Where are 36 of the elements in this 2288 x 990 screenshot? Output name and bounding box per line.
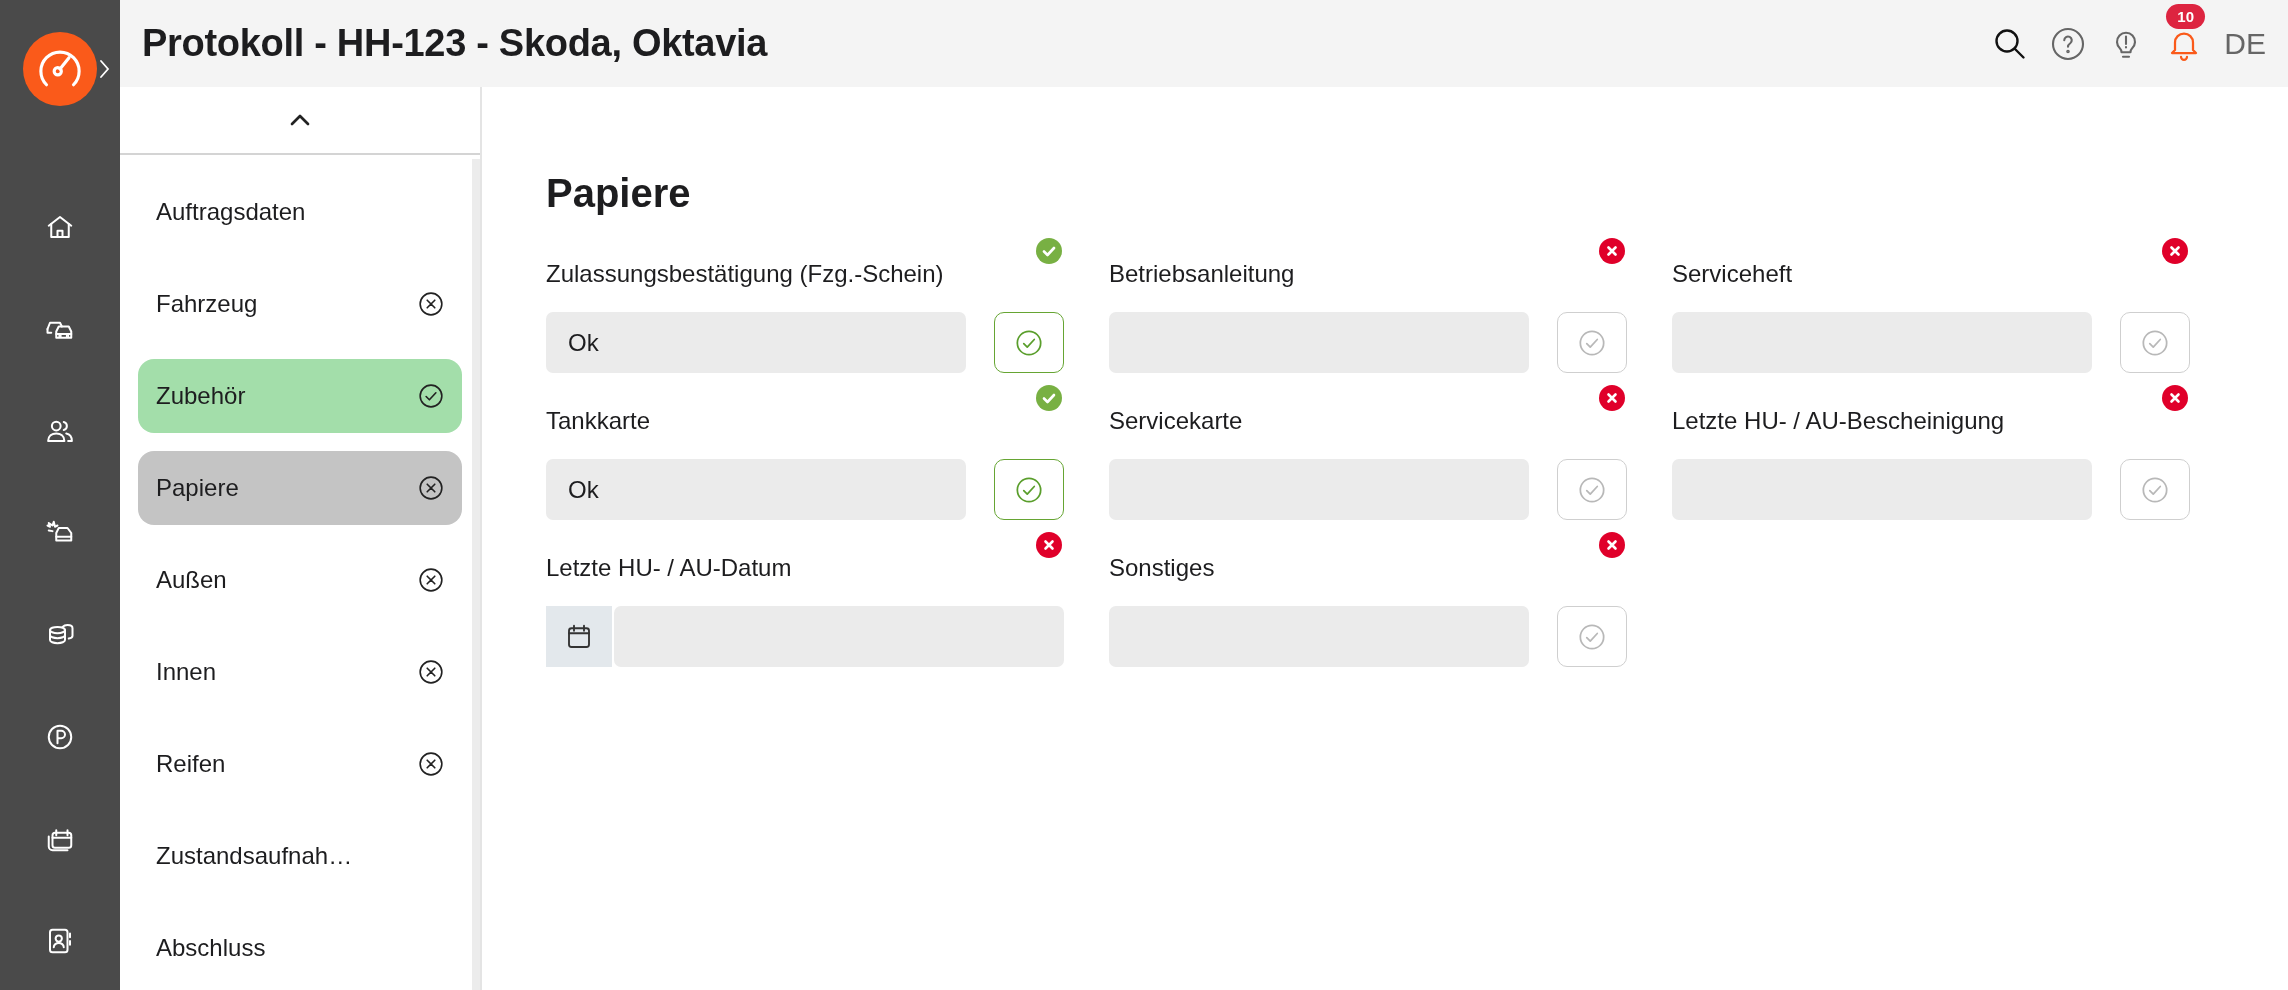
field-label: Letzte HU- / AU-Bescheinigung: [1672, 406, 2006, 436]
confirm-button[interactable]: [994, 459, 1064, 520]
nav-item[interactable]: Außen: [138, 543, 462, 617]
nav-item[interactable]: Reifen: [138, 727, 462, 801]
field-label: Betriebsanleitung: [1109, 259, 1296, 289]
nav-item[interactable]: Innen: [138, 635, 462, 709]
nav-item[interactable]: Auftragsdaten: [138, 175, 462, 249]
check-circle-icon: [2141, 475, 2169, 504]
notification-badge: 10: [2166, 3, 2205, 29]
nav-item[interactable]: Zubehör: [138, 359, 462, 433]
field-label: Tankkarte: [546, 406, 652, 436]
check-circle-icon: [1578, 622, 1606, 651]
help-icon[interactable]: [2050, 25, 2087, 62]
field-label: Sonstiges: [1109, 553, 1216, 583]
section-title: Papiere: [546, 171, 692, 216]
nav-item[interactable]: Abschluss: [138, 911, 462, 985]
nav-item[interactable]: Fahrzeug: [138, 267, 462, 341]
check-circle-icon: [1578, 328, 1606, 357]
input-field[interactable]: Ok: [546, 312, 966, 373]
check-circle-icon: [1015, 328, 1043, 357]
nav-item[interactable]: Papiere: [138, 451, 462, 525]
language-label: DE: [2224, 26, 2266, 61]
field-label: Servicekarte: [1109, 406, 1244, 436]
page-title: Protokoll - HH-123 - Skoda, Oktavia: [142, 22, 769, 65]
check-circle-icon: [1578, 475, 1606, 504]
parking-icon[interactable]: [45, 722, 75, 752]
check-circle-icon: [1015, 475, 1043, 504]
confirm-button[interactable]: [994, 312, 1064, 373]
field-label: Serviceheft: [1672, 259, 1794, 289]
nav-item[interactable]: Zustandsaufnah…: [138, 819, 462, 893]
field-label: Zulassungsbestätigung (Fzg.-Schein): [546, 259, 945, 289]
scrollbar[interactable]: [472, 159, 480, 990]
check-circle-icon: [2141, 328, 2169, 357]
calendar-button[interactable]: [546, 606, 612, 667]
field-label: Letzte HU- / AU-Datum: [546, 553, 793, 583]
input-field[interactable]: Ok: [546, 459, 966, 520]
